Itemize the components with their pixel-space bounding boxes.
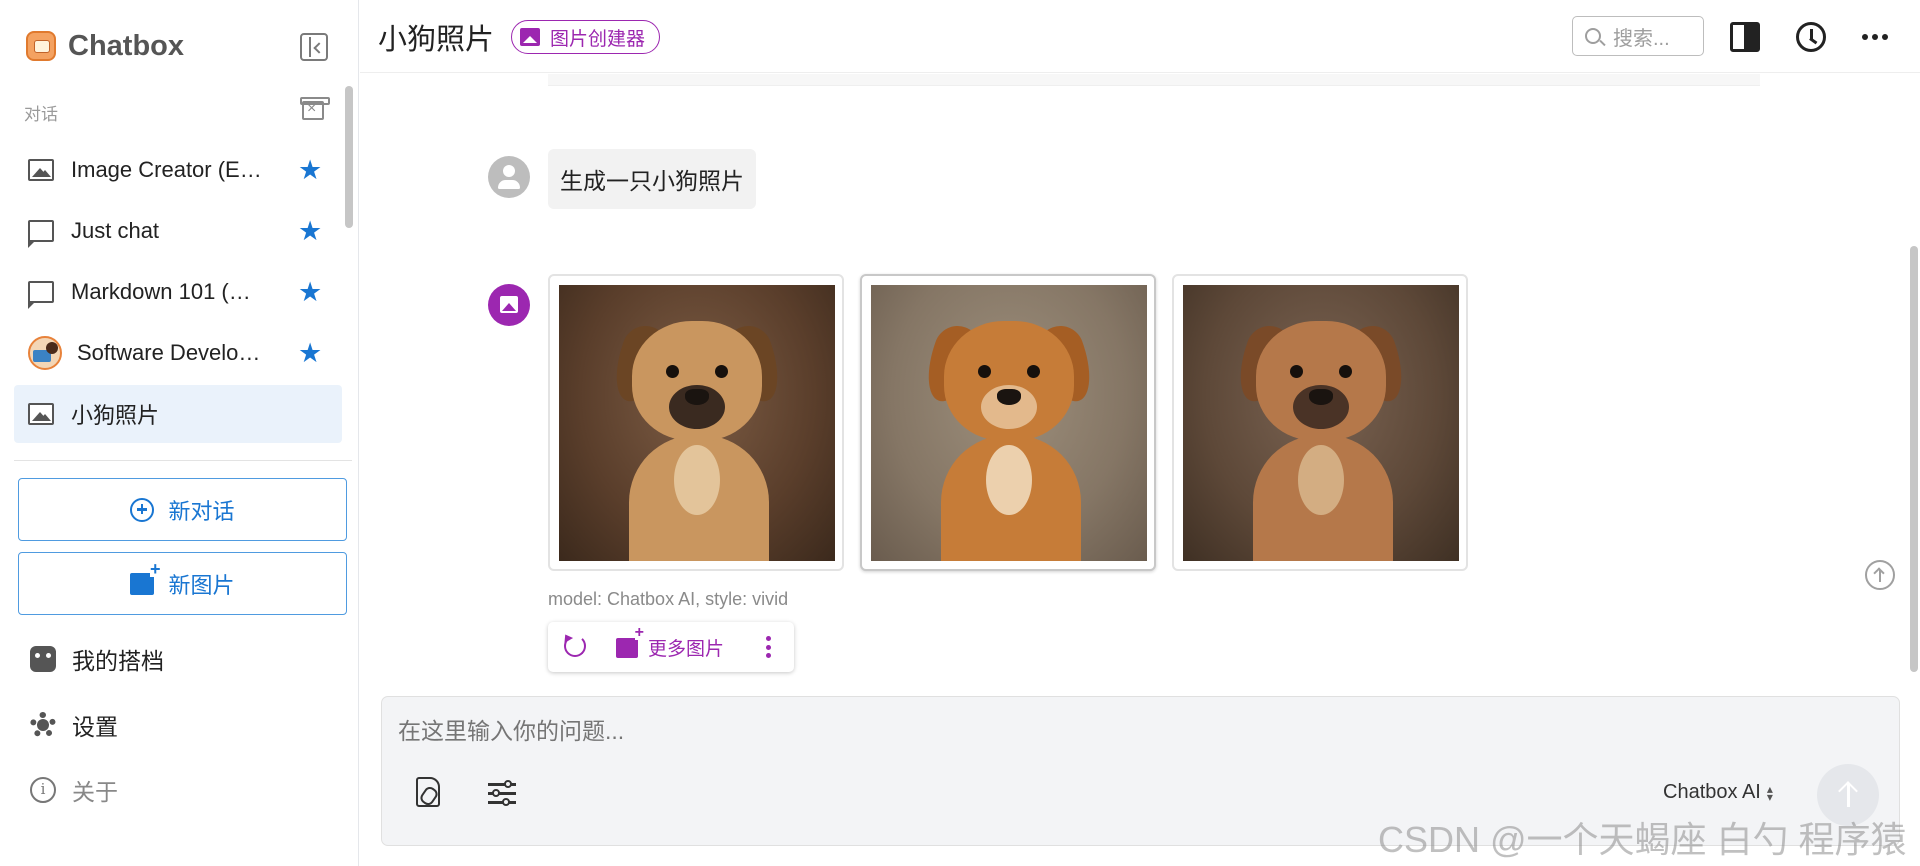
scroll-to-top-icon[interactable] <box>1865 560 1895 590</box>
generated-image-card[interactable] <box>548 274 844 571</box>
chat-icon <box>28 220 54 248</box>
chat-scrollbar[interactable] <box>1910 246 1918 672</box>
more-images-label: 更多图片 <box>648 639 725 660</box>
my-copilots-label: 我的搭档 <box>72 648 164 674</box>
message-action-bar: 更多图片 <box>548 622 794 672</box>
gear-icon <box>30 712 56 738</box>
previous-message-edge <box>548 74 1760 86</box>
star-icon[interactable]: ★ <box>298 217 322 245</box>
unfold-icon: ▴ ▾ <box>1766 781 1773 804</box>
sidebar: Chatbox 对话 Image Creator (E… ★ Just chat… <box>0 0 359 866</box>
settings-label: 设置 <box>72 714 118 740</box>
search-placeholder: 搜索... <box>1613 27 1670 50</box>
conversation-item[interactable]: Just chat ★ <box>14 202 342 260</box>
badge-label: 图片创建器 <box>550 28 646 50</box>
conversation-label: Image Creator (E… <box>71 157 262 182</box>
app-name: Chatbox <box>68 29 184 62</box>
puppy-image[interactable] <box>1183 285 1459 561</box>
chat-header: 小狗照片 图片创建器 搜索... <box>360 0 1920 73</box>
conversation-label: 小狗照片 <box>71 403 160 428</box>
collapse-sidebar-icon[interactable] <box>300 33 328 61</box>
more-horizontal-icon[interactable] <box>1862 22 1888 52</box>
clear-conversations-icon[interactable] <box>300 97 330 120</box>
avatar-icon <box>28 336 62 370</box>
new-chat-label: 新对话 <box>168 498 235 524</box>
new-chat-button[interactable]: 新对话 <box>18 478 347 541</box>
star-icon[interactable]: ★ <box>298 278 322 306</box>
message-input[interactable] <box>398 715 1598 747</box>
star-icon[interactable]: ★ <box>298 156 322 184</box>
model-selector[interactable]: Chatbox AI ▴ ▾ <box>1663 781 1773 804</box>
new-image-button[interactable]: 新图片 <box>18 552 347 615</box>
user-message-text: 生成一只小狗照片 <box>560 168 744 194</box>
conversation-label: Software Develo… <box>77 340 261 365</box>
regenerate-icon[interactable] <box>564 635 586 657</box>
info-icon: i <box>30 777 56 803</box>
image-icon <box>28 403 54 425</box>
conversations-section-label: 对话 <box>24 105 58 124</box>
image-icon <box>520 28 540 46</box>
star-icon[interactable]: ★ <box>298 339 322 367</box>
user-avatar-icon <box>488 156 530 198</box>
conversation-list: Image Creator (E… ★ Just chat ★ Markdown… <box>14 141 342 446</box>
user-message: 生成一只小狗照片 <box>548 149 756 209</box>
search-icon <box>1585 28 1601 44</box>
puppy-image[interactable] <box>871 285 1147 561</box>
sidebar-scrollbar[interactable] <box>345 86 353 228</box>
conversation-item[interactable]: Markdown 101 (… ★ <box>14 263 342 321</box>
conversation-label: Markdown 101 (… <box>71 279 251 304</box>
more-vertical-icon[interactable] <box>766 636 772 658</box>
conversation-item-active[interactable]: 小狗照片 <box>14 385 342 443</box>
brand: Chatbox <box>26 28 184 64</box>
toggle-thread-panel-icon[interactable] <box>1730 22 1760 52</box>
image-icon <box>28 159 54 181</box>
conversation-item[interactable]: Software Develo… ★ <box>14 324 342 382</box>
robot-icon <box>30 646 56 672</box>
add-photo-icon <box>616 625 644 658</box>
model-meta-text: model: Chatbox AI, style: vivid <box>548 589 789 609</box>
chat-icon <box>28 281 54 309</box>
model-selector-label: Chatbox AI <box>1663 781 1761 803</box>
image-creator-badge[interactable]: 图片创建器 <box>511 20 661 54</box>
generated-image-card[interactable] <box>860 274 1156 571</box>
chatbox-logo-icon <box>26 31 56 61</box>
my-copilots-menu-item[interactable]: 我的搭档 <box>30 639 164 679</box>
conversation-item[interactable]: Image Creator (E… ★ <box>14 141 342 199</box>
about-label: 关于 <box>72 779 118 805</box>
image-creator-avatar-icon <box>488 284 530 326</box>
chat-area: 生成一只小狗照片 model: Chatbox AI, style: vivid… <box>360 74 1920 674</box>
tune-settings-icon[interactable] <box>488 779 516 806</box>
settings-menu-item[interactable]: 设置 <box>30 705 118 745</box>
add-circle-icon <box>130 497 155 522</box>
about-menu-item[interactable]: i 关于 <box>30 770 118 810</box>
page-title: 小狗照片 <box>378 24 495 56</box>
new-image-label: 新图片 <box>168 572 235 598</box>
attach-file-icon[interactable] <box>416 777 440 807</box>
conversation-label: Just chat <box>71 218 160 243</box>
history-icon[interactable] <box>1796 22 1826 52</box>
add-photo-icon <box>130 560 161 595</box>
sidebar-divider <box>14 460 352 461</box>
search-input[interactable]: 搜索... <box>1572 16 1704 56</box>
generated-image-card[interactable] <box>1172 274 1468 571</box>
puppy-image[interactable] <box>559 285 835 561</box>
chatbox-app: Chatbox 对话 Image Creator (E… ★ Just chat… <box>0 0 1920 866</box>
watermark-text: CSDN @一个天蝎座 白勺 程序猿 <box>1378 819 1907 860</box>
more-images-button[interactable]: 更多图片 <box>616 625 725 661</box>
